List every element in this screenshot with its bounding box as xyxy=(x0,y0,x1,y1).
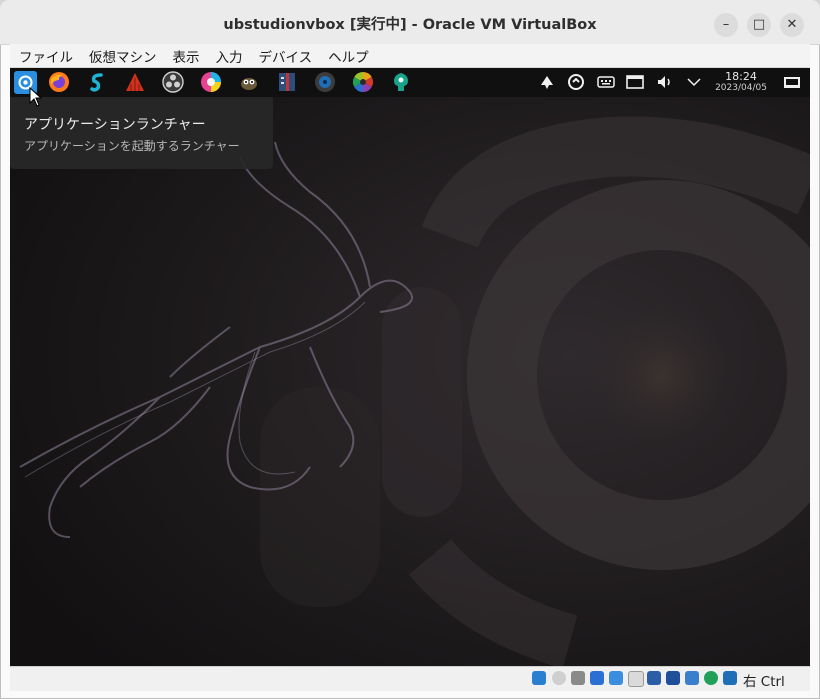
color-app-icon[interactable] xyxy=(200,71,222,93)
menu-file[interactable]: ファイル xyxy=(10,46,80,66)
menu-help[interactable]: ヘルプ xyxy=(319,46,376,66)
shared-folders-icon[interactable] xyxy=(628,671,644,687)
recording-icon[interactable] xyxy=(685,671,699,685)
menu-machine[interactable]: 仮想マシン xyxy=(80,46,164,66)
tooltip-title: アプリケーションランチャー xyxy=(24,117,206,133)
s-app-icon[interactable] xyxy=(86,71,108,93)
video-capture-icon[interactable] xyxy=(666,671,680,685)
gimp-icon[interactable] xyxy=(238,71,260,93)
volume-icon[interactable] xyxy=(656,73,674,96)
sync-icon[interactable] xyxy=(567,73,585,96)
clock-date: 2023/04/05 xyxy=(715,83,767,93)
menu-bar: ファイル 仮想マシン 表示 入力 デバイス ヘルプ xyxy=(10,44,810,68)
blue-disc-icon[interactable] xyxy=(314,71,336,93)
window-title: ubstudionvbox [実行中] - Oracle VM VirtualB… xyxy=(223,17,597,33)
optical-drive-icon[interactable] xyxy=(552,671,566,685)
chevron-down-icon[interactable] xyxy=(686,73,702,96)
mouse-integration-icon[interactable] xyxy=(723,671,737,685)
darktable-icon[interactable] xyxy=(352,71,374,93)
minimize-button[interactable]: – xyxy=(714,13,738,37)
show-desktop-icon[interactable] xyxy=(783,73,801,96)
virtualbox-window: ubstudionvbox [実行中] - Oracle VM VirtualB… xyxy=(0,0,820,699)
display-status-icon[interactable] xyxy=(647,671,661,685)
clock[interactable]: 18:24 2023/04/05 xyxy=(713,71,769,94)
usb-icon[interactable] xyxy=(609,671,623,685)
host-key-label[interactable]: 右 Ctrl xyxy=(743,670,785,690)
obs-icon[interactable] xyxy=(162,71,184,93)
top-panel: 18:24 2023/04/05 xyxy=(10,68,810,97)
firefox-icon[interactable] xyxy=(48,71,70,93)
close-button[interactable]: ✕ xyxy=(780,13,804,37)
launcher-tooltip: アプリケーションランチャー アプリケーションを起動するランチャー xyxy=(10,97,273,169)
green-app-icon[interactable] xyxy=(390,71,412,93)
media-app-icon[interactable] xyxy=(276,71,298,93)
virtualization-icon[interactable] xyxy=(704,671,718,685)
menu-input[interactable]: 入力 xyxy=(207,46,250,66)
menu-devices[interactable]: デバイス xyxy=(250,46,320,66)
menu-view[interactable]: 表示 xyxy=(164,46,207,66)
maximize-button[interactable]: □ xyxy=(747,13,771,37)
status-bar: 右 Ctrl xyxy=(10,666,810,691)
title-bar[interactable]: ubstudionvbox [実行中] - Oracle VM VirtualB… xyxy=(0,0,820,45)
hard-disk-icon[interactable] xyxy=(532,671,546,685)
clock-time: 18:24 xyxy=(725,70,757,83)
ardour-icon[interactable] xyxy=(124,71,146,93)
tooltip-subtitle: アプリケーションを起動するランチャー xyxy=(24,139,240,153)
desktop-wallpaper xyxy=(10,97,810,666)
notification-icon[interactable] xyxy=(538,73,556,96)
display-icon[interactable] xyxy=(626,73,644,96)
network-icon[interactable] xyxy=(590,671,604,685)
vm-screen[interactable]: 18:24 2023/04/05 アプリケーションランチャー アプリケーションを… xyxy=(10,68,810,666)
audio-icon[interactable] xyxy=(571,671,585,685)
keyboard-icon[interactable] xyxy=(597,73,615,96)
mouse-pointer-icon xyxy=(29,87,43,107)
